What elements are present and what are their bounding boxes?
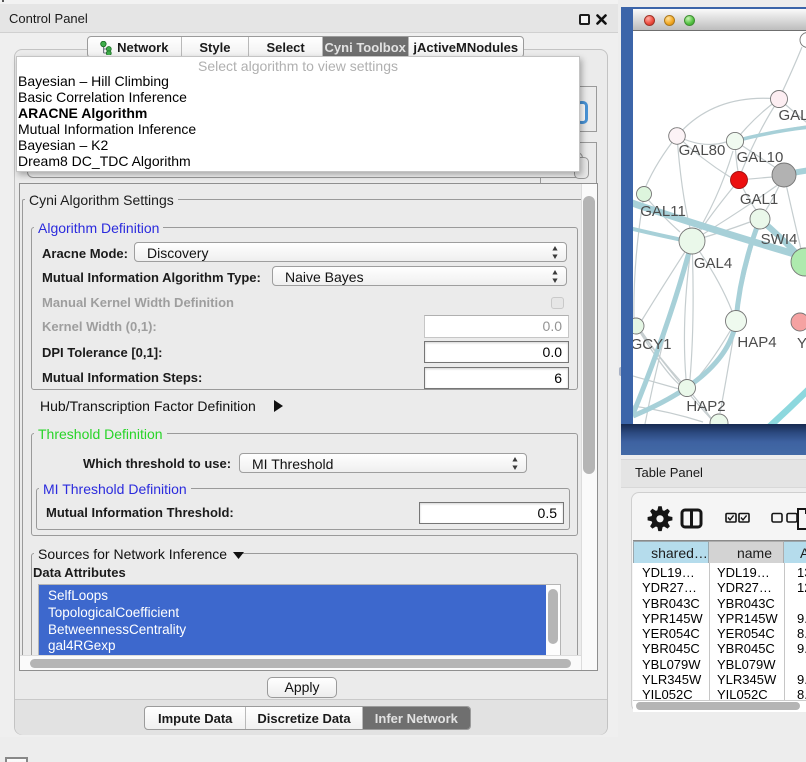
svg-text:YE: YE <box>797 335 806 352</box>
svg-text:GAL2: GAL2 <box>779 107 806 124</box>
svg-text:HAP2: HAP2 <box>686 398 725 415</box>
svg-text:GAL1: GAL1 <box>740 191 778 208</box>
svg-text:GAL10: GAL10 <box>737 149 784 166</box>
svg-text:HAP4: HAP4 <box>737 334 776 351</box>
svg-text:SWI4: SWI4 <box>761 231 798 248</box>
svg-text:GCY1: GCY1 <box>633 336 671 353</box>
svg-text:GAL4: GAL4 <box>694 255 732 272</box>
svg-text:GAL11: GAL11 <box>640 203 686 220</box>
svg-text:GAL80: GAL80 <box>679 142 726 159</box>
